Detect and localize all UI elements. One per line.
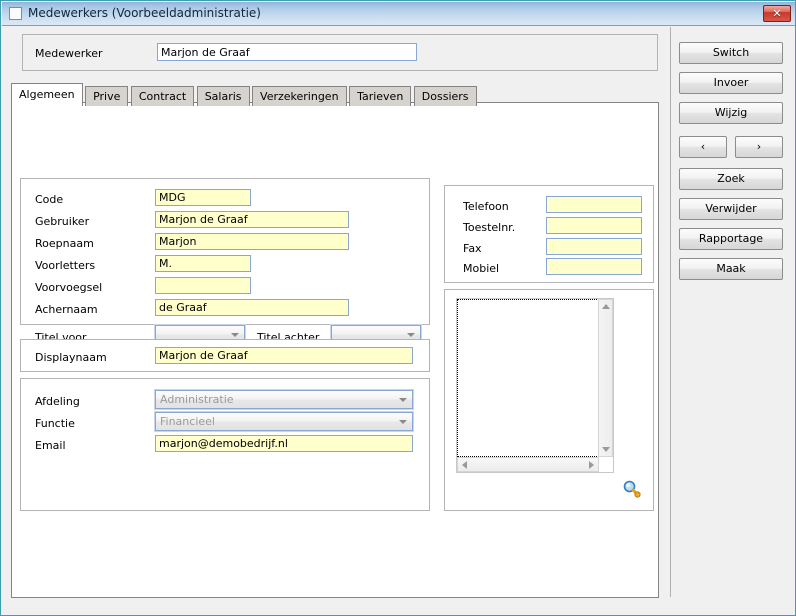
scroll-left-arrow-icon[interactable] <box>462 461 467 469</box>
work-group: Afdeling Administratie Functie Financiee… <box>20 378 430 511</box>
input-code[interactable]: MDG <box>155 189 251 206</box>
label-functie: Functie <box>35 417 75 430</box>
input-email[interactable]: marjon@demobedrijf.nl <box>155 435 413 452</box>
tab-verzekeringen[interactable]: Verzekeringen <box>252 86 347 106</box>
scroll-right-arrow-icon[interactable] <box>589 461 594 469</box>
scroll-up-arrow-icon[interactable] <box>602 304 610 309</box>
input-toestelnr[interactable] <box>546 217 642 234</box>
chevron-down-icon <box>407 333 415 337</box>
photo-group <box>444 289 654 511</box>
photo-vertical-scrollbar[interactable] <box>598 299 613 457</box>
maak-button[interactable]: Maak <box>679 258 783 280</box>
combo-functie-value: Financieel <box>160 415 215 428</box>
magnifier-icon[interactable] <box>623 480 641 498</box>
contact-group: Telefoon Toestelnr. Fax Mobiel <box>444 185 654 283</box>
window-icon <box>9 7 22 20</box>
combo-afdeling[interactable]: Administratie <box>154 389 414 410</box>
tab-tarieven[interactable]: Tarieven <box>349 86 412 106</box>
chevron-down-icon <box>231 333 239 337</box>
input-telefoon[interactable] <box>546 196 642 213</box>
input-roepnaam[interactable]: Marjon <box>155 233 349 250</box>
combo-afdeling-value: Administratie <box>160 393 234 406</box>
switch-button[interactable]: Switch <box>679 42 783 64</box>
label-gebruiker: Gebruiker <box>35 215 90 228</box>
input-fax[interactable] <box>546 238 642 255</box>
close-button[interactable]: ✕ <box>763 5 791 22</box>
label-toestelnr: Toestelnr. <box>463 221 516 234</box>
label-afdeling: Afdeling <box>35 395 80 408</box>
employee-header-panel: Medewerker Marjon de Graaf <box>22 34 658 71</box>
tab-contract[interactable]: Contract <box>130 86 195 106</box>
label-displaynaam: Displaynaam <box>35 351 107 364</box>
rapportage-button[interactable]: Rapportage <box>679 228 783 250</box>
input-voorvoegsel[interactable] <box>155 277 251 294</box>
input-voorletters[interactable]: M. <box>155 255 251 272</box>
label-achernaam: Achernaam <box>35 303 98 316</box>
chevron-down-icon <box>399 420 407 424</box>
photo-canvas[interactable] <box>457 299 599 457</box>
input-mobiel[interactable] <box>546 258 642 275</box>
scroll-down-arrow-icon[interactable] <box>602 447 610 452</box>
label-email: Email <box>35 439 66 452</box>
tab-salaris[interactable]: Salaris <box>196 86 250 106</box>
photo-horizontal-scrollbar[interactable] <box>457 457 599 472</box>
label-voorletters: Voorletters <box>35 259 96 272</box>
label-telefoon: Telefoon <box>463 200 509 213</box>
tab-prive[interactable]: Prive <box>85 86 129 106</box>
label-mobiel: Mobiel <box>463 262 500 275</box>
window-title: Medewerkers (Voorbeeldadministratie) <box>28 6 261 20</box>
zoek-button[interactable]: Zoek <box>679 168 783 190</box>
label-fax: Fax <box>463 242 482 255</box>
label-code: Code <box>35 193 64 206</box>
combo-functie[interactable]: Financieel <box>154 411 414 432</box>
tab-strip: Algemeen Prive Contract Salaris Verzeker… <box>11 83 477 106</box>
title-bar: Medewerkers (Voorbeeldadministratie) ✕ <box>2 2 795 26</box>
chevron-down-icon <box>399 398 407 402</box>
invoer-button[interactable]: Invoer <box>679 72 783 94</box>
displayname-group: Displaynaam Marjon de Graaf <box>20 339 430 372</box>
employee-label: Medewerker <box>35 47 103 60</box>
photo-frame <box>456 298 614 473</box>
label-roepnaam: Roepnaam <box>35 237 94 250</box>
name-group: Code MDG Gebruiker Marjon de Graaf Roepn… <box>20 178 430 345</box>
panel-divider <box>670 27 671 597</box>
input-gebruiker[interactable]: Marjon de Graaf <box>155 211 349 228</box>
tab-dossiers[interactable]: Dossiers <box>413 86 477 106</box>
previous-button[interactable]: ‹ <box>679 136 727 158</box>
label-voorvoegsel: Voorvoegsel <box>35 281 103 294</box>
input-achernaam[interactable]: de Graaf <box>155 299 349 316</box>
employee-input[interactable]: Marjon de Graaf <box>157 43 417 61</box>
application-window: Medewerkers (Voorbeeldadministratie) ✕ M… <box>0 0 796 616</box>
tab-algemeen[interactable]: Algemeen <box>11 83 83 106</box>
input-displaynaam[interactable]: Marjon de Graaf <box>155 347 413 364</box>
verwijder-button[interactable]: Verwijder <box>679 198 783 220</box>
wijzig-button[interactable]: Wijzig <box>679 102 783 124</box>
next-button[interactable]: › <box>735 136 783 158</box>
